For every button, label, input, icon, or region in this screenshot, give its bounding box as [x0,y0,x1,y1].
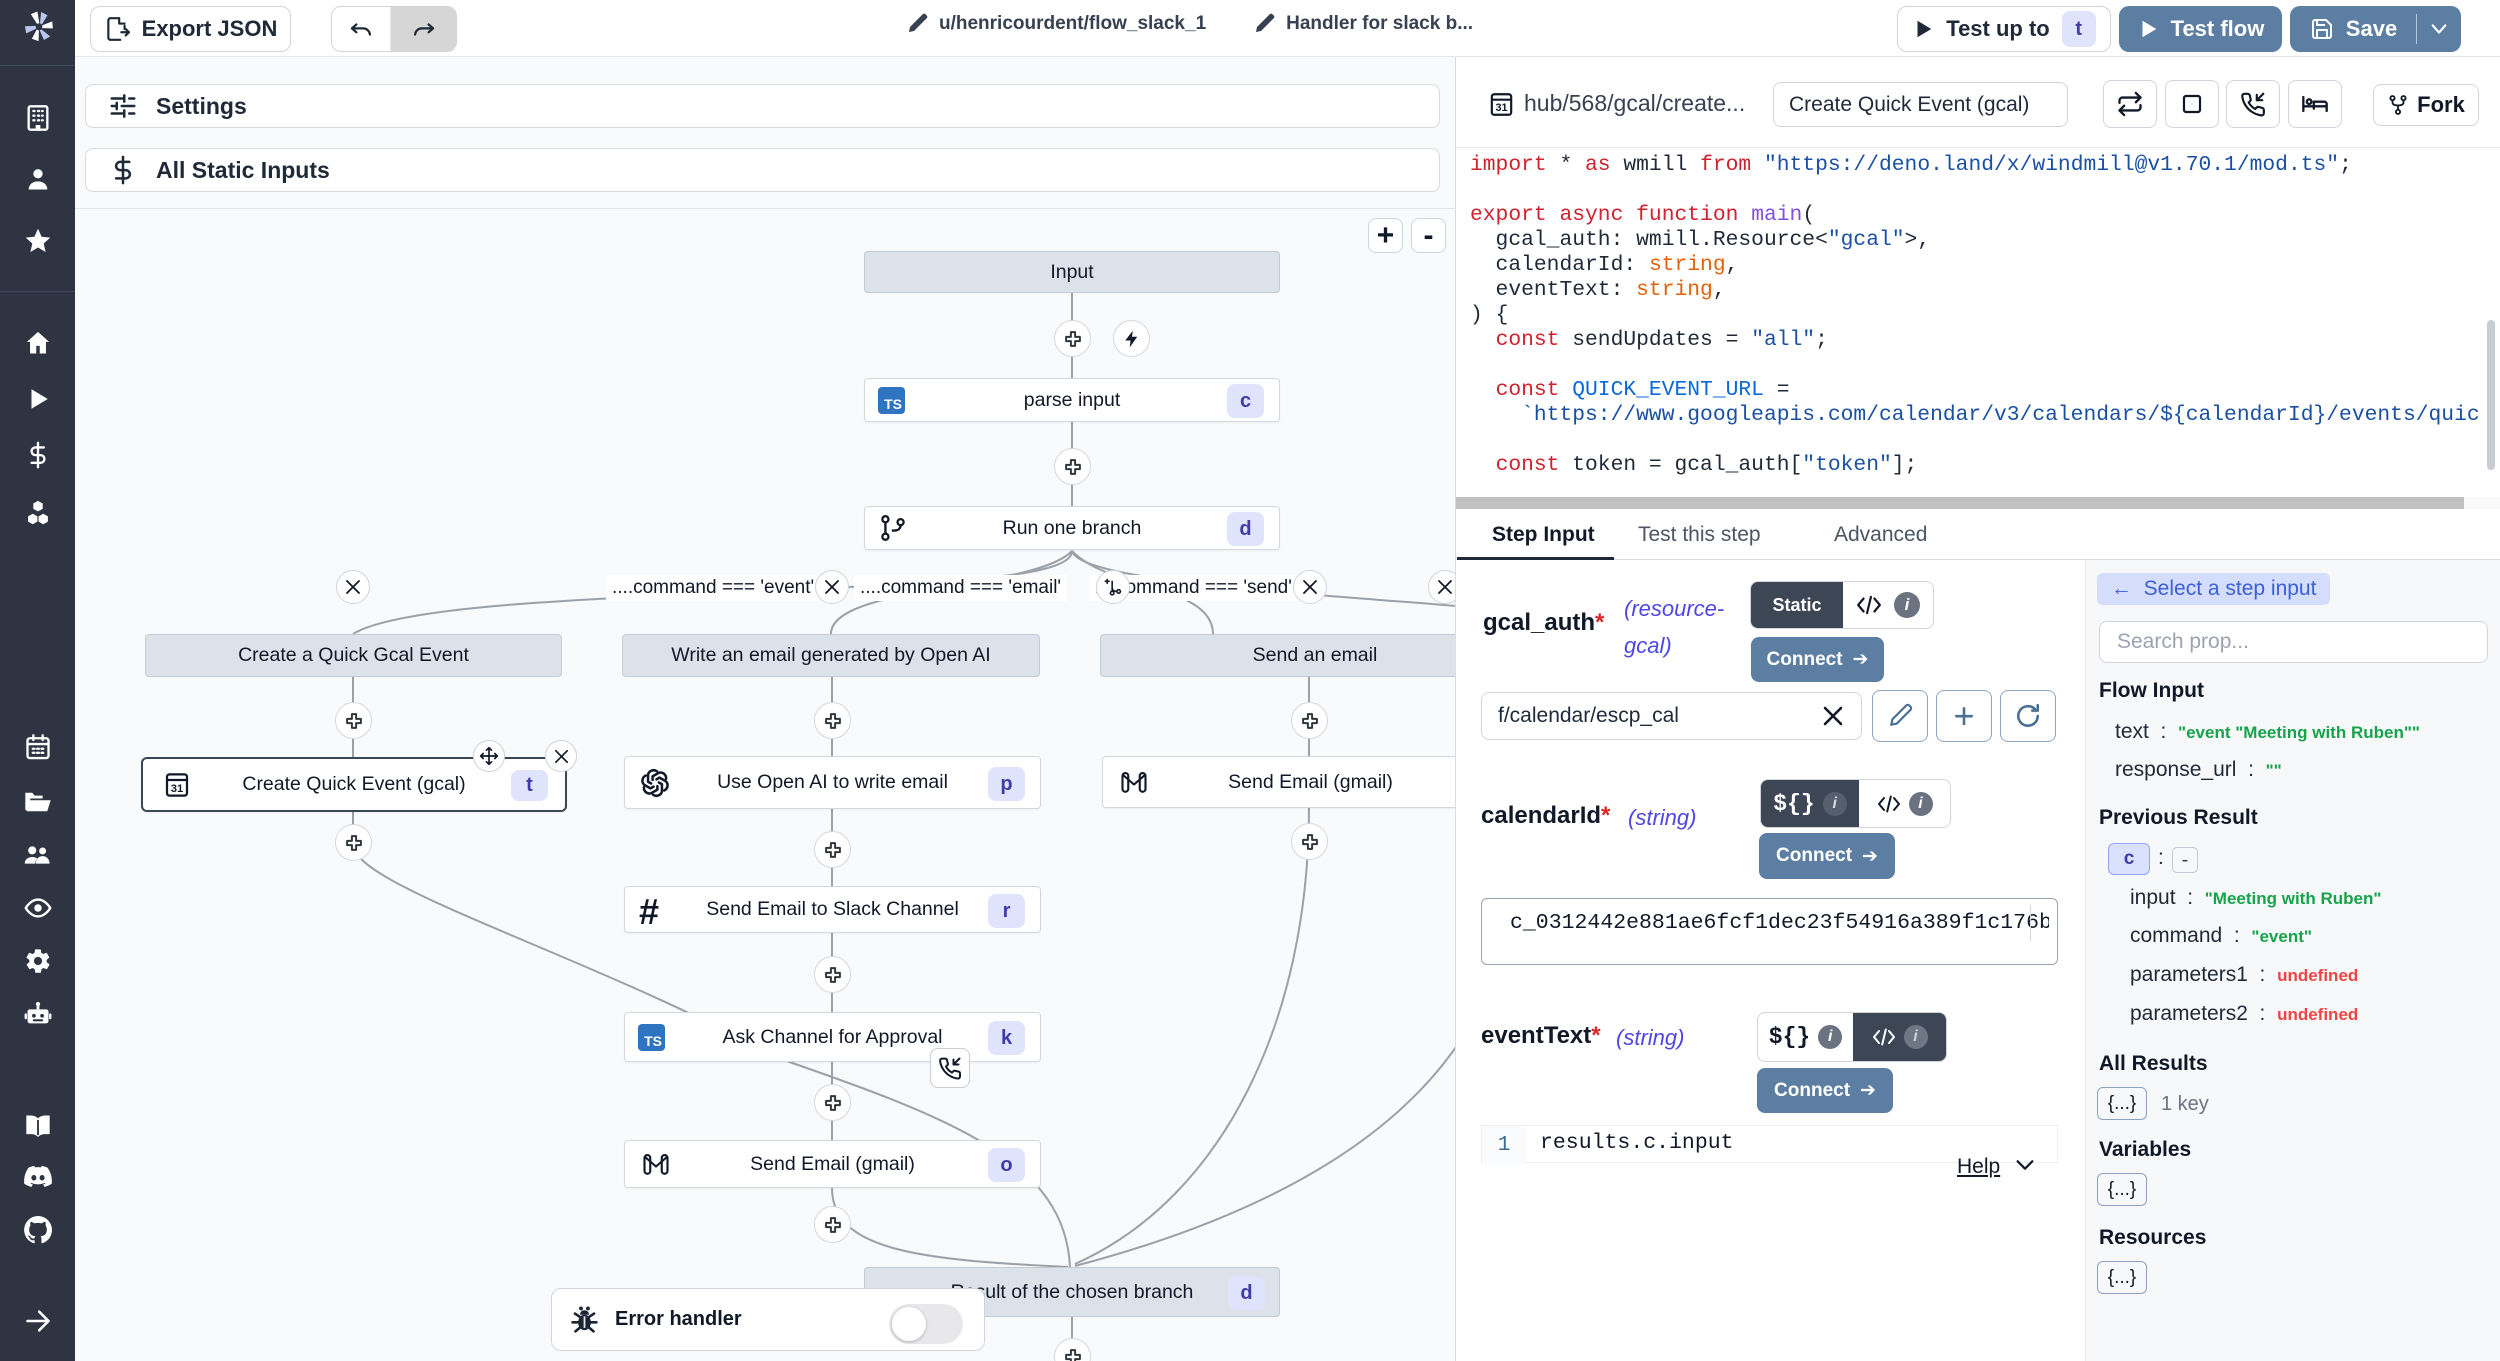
svg-text:31: 31 [1495,102,1507,114]
